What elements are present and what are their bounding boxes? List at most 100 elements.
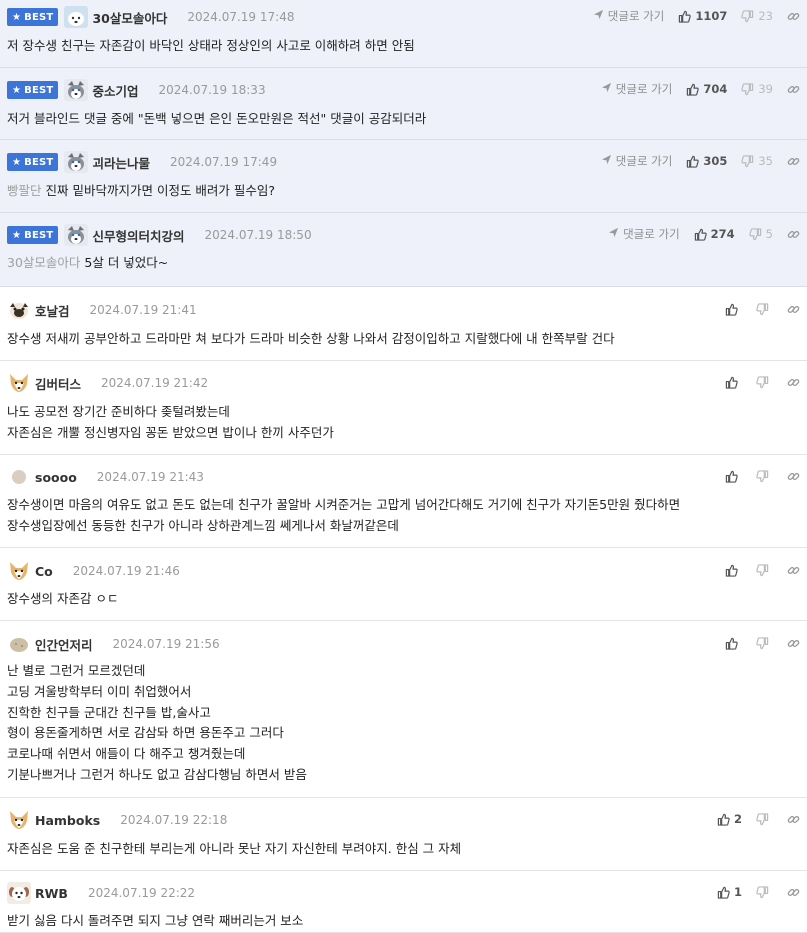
timestamp: 2024.07.19 21:42 bbox=[101, 376, 209, 390]
best-badge: ★ BEST bbox=[7, 226, 59, 244]
link-icon[interactable] bbox=[787, 376, 800, 389]
upvote-button[interactable]: 2 bbox=[717, 812, 742, 826]
comment-header: ★ BEST 중소기업 2024.07.19 18:33 bbox=[7, 78, 266, 102]
thumbs-up-icon bbox=[717, 813, 734, 826]
comment-text: 저거 블라인드 댓글 중에 "돈백 넣으면 은인 돈오만원은 적선" 댓글이 공… bbox=[7, 111, 427, 126]
upvote-button[interactable]: 1 bbox=[717, 885, 742, 899]
avatar[interactable] bbox=[7, 372, 31, 394]
comment-body: 장수생의 자존감 ㅇㄷ bbox=[7, 589, 797, 610]
upvote-button[interactable]: 274 bbox=[694, 227, 735, 241]
link-icon[interactable] bbox=[787, 637, 800, 650]
thumbs-down-icon bbox=[756, 636, 773, 650]
upvote-button[interactable] bbox=[725, 303, 742, 316]
nickname[interactable]: 중소기업 bbox=[92, 81, 138, 100]
downvote-button[interactable] bbox=[756, 563, 773, 577]
upvote-button[interactable] bbox=[725, 470, 742, 483]
comment: soooo 2024.07.19 21:43 장수생이면 마음의 여유도 없고 돈도… bbox=[0, 455, 807, 548]
nickname[interactable]: 괴라는나물 bbox=[92, 153, 150, 172]
best-badge: ★ BEST bbox=[7, 81, 59, 99]
comment-header: RWB 2024.07.19 22:22 bbox=[7, 881, 195, 905]
downvote-button[interactable] bbox=[756, 812, 773, 826]
nickname[interactable]: RWB bbox=[35, 886, 68, 901]
avatar[interactable] bbox=[64, 79, 89, 101]
avatar[interactable] bbox=[7, 633, 31, 655]
timestamp: 2024.07.19 17:49 bbox=[169, 155, 278, 169]
link-icon[interactable] bbox=[787, 813, 800, 826]
thumbs-down-icon bbox=[748, 227, 766, 241]
reply-link[interactable]: 댓글로 가기 bbox=[608, 226, 680, 242]
avatar[interactable] bbox=[7, 560, 31, 582]
comment-text: 장수생의 자존감 ㅇㄷ bbox=[7, 591, 119, 606]
upvote-button[interactable] bbox=[725, 564, 742, 577]
downvote-button[interactable] bbox=[756, 469, 773, 483]
upvote-button[interactable]: 1107 bbox=[678, 9, 727, 23]
comment-actions: 댓글로 가기 1107 23 bbox=[593, 6, 800, 26]
link-icon[interactable] bbox=[787, 83, 800, 96]
reply-link-label: 댓글로 가기 bbox=[615, 154, 673, 168]
mention-nickname[interactable]: 빵팔단 bbox=[7, 183, 42, 198]
comment-text: 장수생 저새끼 공부안하고 드라마만 쳐 보다가 드라마 비슷한 상황 나와서 … bbox=[7, 331, 615, 346]
comment-text: 자존심은 도움 준 친구한테 부리는게 아니라 못난 자기 자신한테 부려야지.… bbox=[7, 841, 462, 856]
star-icon: ★ bbox=[12, 229, 22, 241]
avatar[interactable] bbox=[64, 224, 89, 246]
nickname[interactable]: 신무형의터치강의 bbox=[92, 226, 184, 245]
reply-link[interactable]: 댓글로 가기 bbox=[601, 153, 673, 169]
downvote-button[interactable]: 23 bbox=[741, 9, 773, 23]
comment-header: 인간언저리 2024.07.19 21:56 bbox=[7, 632, 220, 656]
mention-nickname[interactable]: 30살모솔아다 bbox=[7, 255, 80, 270]
best-label: BEST bbox=[24, 84, 54, 96]
link-icon[interactable] bbox=[787, 886, 800, 899]
avatar[interactable] bbox=[7, 466, 31, 488]
downvote-button[interactable] bbox=[756, 302, 773, 316]
nickname[interactable]: Co bbox=[35, 564, 53, 579]
best-comment: ★ BEST 중소기업 2024.07.19 18:33 댓글로 가기 704 39 저거 블… bbox=[0, 68, 807, 140]
comment-header: ★ BEST 신무형의터치강의 2024.07.19 18:50 bbox=[7, 223, 312, 247]
upvote-button[interactable]: 704 bbox=[686, 82, 727, 96]
downvote-button[interactable]: 35 bbox=[741, 154, 773, 168]
link-icon[interactable] bbox=[787, 228, 800, 241]
upvote-button[interactable] bbox=[725, 637, 742, 650]
best-label: BEST bbox=[24, 229, 54, 241]
avatar[interactable] bbox=[7, 882, 31, 904]
reply-link[interactable]: 댓글로 가기 bbox=[593, 8, 664, 24]
comment-body: 장수생이면 마음의 여유도 없고 돈도 없는데 친구가 꿀알바 시켜준거는 고맙… bbox=[7, 495, 797, 537]
nickname[interactable]: 30살모솔아다 bbox=[92, 8, 167, 27]
avatar[interactable] bbox=[7, 299, 31, 321]
timestamp: 2024.07.19 21:46 bbox=[72, 564, 180, 578]
comment-body: 나도 공모전 장기간 준비하다 좆털려봤는데 자존심은 개뿔 정신병자임 꽁돈 … bbox=[7, 402, 797, 444]
reply-link[interactable]: 댓글로 가기 bbox=[601, 81, 673, 97]
downvote-button[interactable] bbox=[756, 636, 773, 650]
comment-body: 저거 블라인드 댓글 중에 "돈백 넣으면 은인 돈오만원은 적선" 댓글이 공… bbox=[7, 109, 797, 130]
thumbs-up-icon bbox=[725, 637, 742, 650]
downvote-button[interactable] bbox=[756, 885, 773, 899]
nickname[interactable]: 인간언저리 bbox=[35, 635, 93, 654]
nickname[interactable]: 김버터스 bbox=[35, 374, 81, 393]
downvote-button[interactable]: 5 bbox=[748, 227, 773, 241]
avatar[interactable] bbox=[7, 809, 31, 831]
reply-link-label: 댓글로 가기 bbox=[615, 82, 673, 96]
best-label: BEST bbox=[24, 11, 54, 23]
comment: Hamboks 2024.07.19 22:18 2 자존심은 도움 준 친구한테 부… bbox=[0, 798, 807, 871]
upvote-count: 2 bbox=[733, 812, 742, 826]
link-icon[interactable] bbox=[787, 10, 800, 23]
link-icon[interactable] bbox=[787, 564, 800, 577]
link-icon[interactable] bbox=[787, 155, 800, 168]
downvote-button[interactable] bbox=[756, 375, 773, 389]
link-icon[interactable] bbox=[787, 470, 800, 483]
comment-body: 자존심은 도움 준 친구한테 부리는게 아니라 못난 자기 자신한테 부려야지.… bbox=[7, 839, 797, 860]
downvote-button[interactable]: 39 bbox=[741, 82, 773, 96]
nickname[interactable]: 호날검 bbox=[35, 301, 70, 320]
nickname[interactable]: Hamboks bbox=[35, 813, 100, 828]
upvote-button[interactable]: 305 bbox=[686, 154, 727, 168]
timestamp: 2024.07.19 22:18 bbox=[120, 813, 228, 827]
upvote-count: 704 bbox=[703, 82, 728, 96]
avatar[interactable] bbox=[64, 6, 89, 28]
link-icon[interactable] bbox=[787, 303, 800, 316]
upvote-button[interactable] bbox=[725, 376, 742, 389]
comment-actions: 댓글로 가기 704 39 bbox=[601, 79, 800, 99]
thumbs-up-icon bbox=[725, 564, 742, 577]
avatar[interactable] bbox=[64, 151, 89, 173]
nickname[interactable]: soooo bbox=[35, 470, 77, 485]
timestamp: 2024.07.19 21:41 bbox=[89, 303, 197, 317]
comment-text: 진짜 밑바닥까지가면 이정도 배려가 필수임? bbox=[45, 183, 276, 198]
